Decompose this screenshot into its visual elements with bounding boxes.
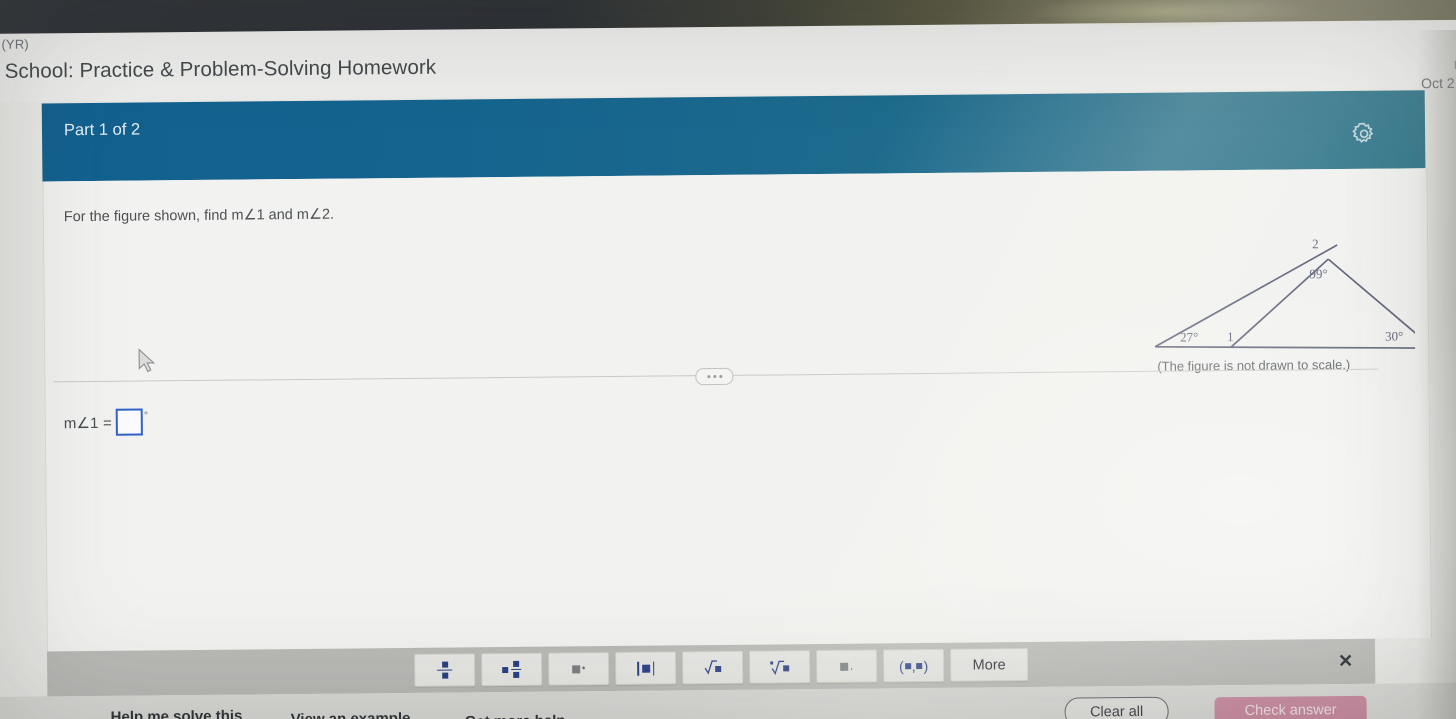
page-title: or School: Practice & Problem-Solving Ho… bbox=[0, 55, 437, 84]
square-root-icon bbox=[704, 660, 722, 675]
question-panel: For the figure shown, find m∠1 and m∠2. … bbox=[42, 168, 1432, 652]
part-label: Part 1 of 2 bbox=[63, 120, 141, 140]
nth-root-button[interactable] bbox=[749, 650, 811, 684]
check-answer-button[interactable]: Check answer bbox=[1214, 695, 1367, 719]
get-more-help-label: Get more help bbox=[465, 712, 566, 719]
absolute-value-button[interactable] bbox=[615, 651, 677, 685]
geometry-figure: 27° 30° 99° 1 2 bbox=[1084, 220, 1416, 373]
figure-angle-left: 27° bbox=[1180, 329, 1198, 344]
gear-icon[interactable] bbox=[1351, 121, 1377, 147]
figure-label-one: 1 bbox=[1227, 329, 1234, 344]
figure-angle-apex: 99° bbox=[1309, 266, 1327, 281]
mixed-number-button[interactable] bbox=[481, 652, 543, 687]
dot-icon bbox=[706, 375, 710, 379]
part-banner: Part 1 of 2 bbox=[41, 90, 1426, 182]
due-block: DUE Oct 2 - 10 bbox=[1282, 58, 1456, 95]
subscript-icon: . bbox=[840, 660, 853, 672]
answer-label: m∠1 = bbox=[63, 414, 113, 432]
view-an-example-link[interactable]: View an example bbox=[291, 710, 411, 719]
breadcrumb[interactable]: 3 (YR) bbox=[0, 37, 29, 52]
fraction-icon bbox=[437, 661, 453, 679]
square-root-button[interactable] bbox=[682, 650, 744, 685]
browser-page: 3 (YR) or School: Practice & Problem-Sol… bbox=[0, 13, 1456, 719]
question-prompt: For the figure shown, find m∠1 and m∠2. bbox=[63, 206, 335, 226]
clear-all-button[interactable]: Clear all bbox=[1064, 696, 1169, 719]
answer-input[interactable] bbox=[115, 408, 144, 436]
dot-icon bbox=[712, 375, 716, 379]
ordered-pair-icon: (,) bbox=[898, 657, 929, 674]
absolute-value-icon bbox=[637, 661, 655, 676]
collapse-handle[interactable] bbox=[695, 367, 734, 386]
figure-label-two: 2 bbox=[1312, 236, 1319, 251]
due-label: DUE bbox=[1453, 59, 1456, 72]
fraction-button[interactable] bbox=[414, 653, 476, 687]
subscript-button[interactable]: . bbox=[816, 649, 878, 684]
exponent-icon: • bbox=[571, 663, 585, 674]
nth-root-icon bbox=[770, 659, 790, 675]
get-more-help-link[interactable]: Get more help▲ bbox=[465, 712, 576, 719]
exponent-button[interactable]: • bbox=[548, 652, 610, 686]
dot-icon bbox=[718, 374, 722, 378]
more-button[interactable]: More bbox=[950, 648, 1029, 682]
figure-angle-right: 30° bbox=[1385, 328, 1403, 343]
ordered-pair-button[interactable]: (,) bbox=[883, 648, 945, 683]
mixed-number-icon bbox=[502, 660, 522, 679]
mouse-cursor-icon bbox=[137, 348, 157, 374]
screen-photograph: 3 (YR) or School: Practice & Problem-Sol… bbox=[0, 0, 1456, 719]
close-icon[interactable]: ✕ bbox=[1338, 651, 1353, 671]
degree-symbol: ° bbox=[143, 410, 149, 422]
answer-row: m∠1 = ° bbox=[64, 408, 148, 436]
help-me-solve-this-link[interactable]: Help me solve this bbox=[111, 708, 243, 719]
